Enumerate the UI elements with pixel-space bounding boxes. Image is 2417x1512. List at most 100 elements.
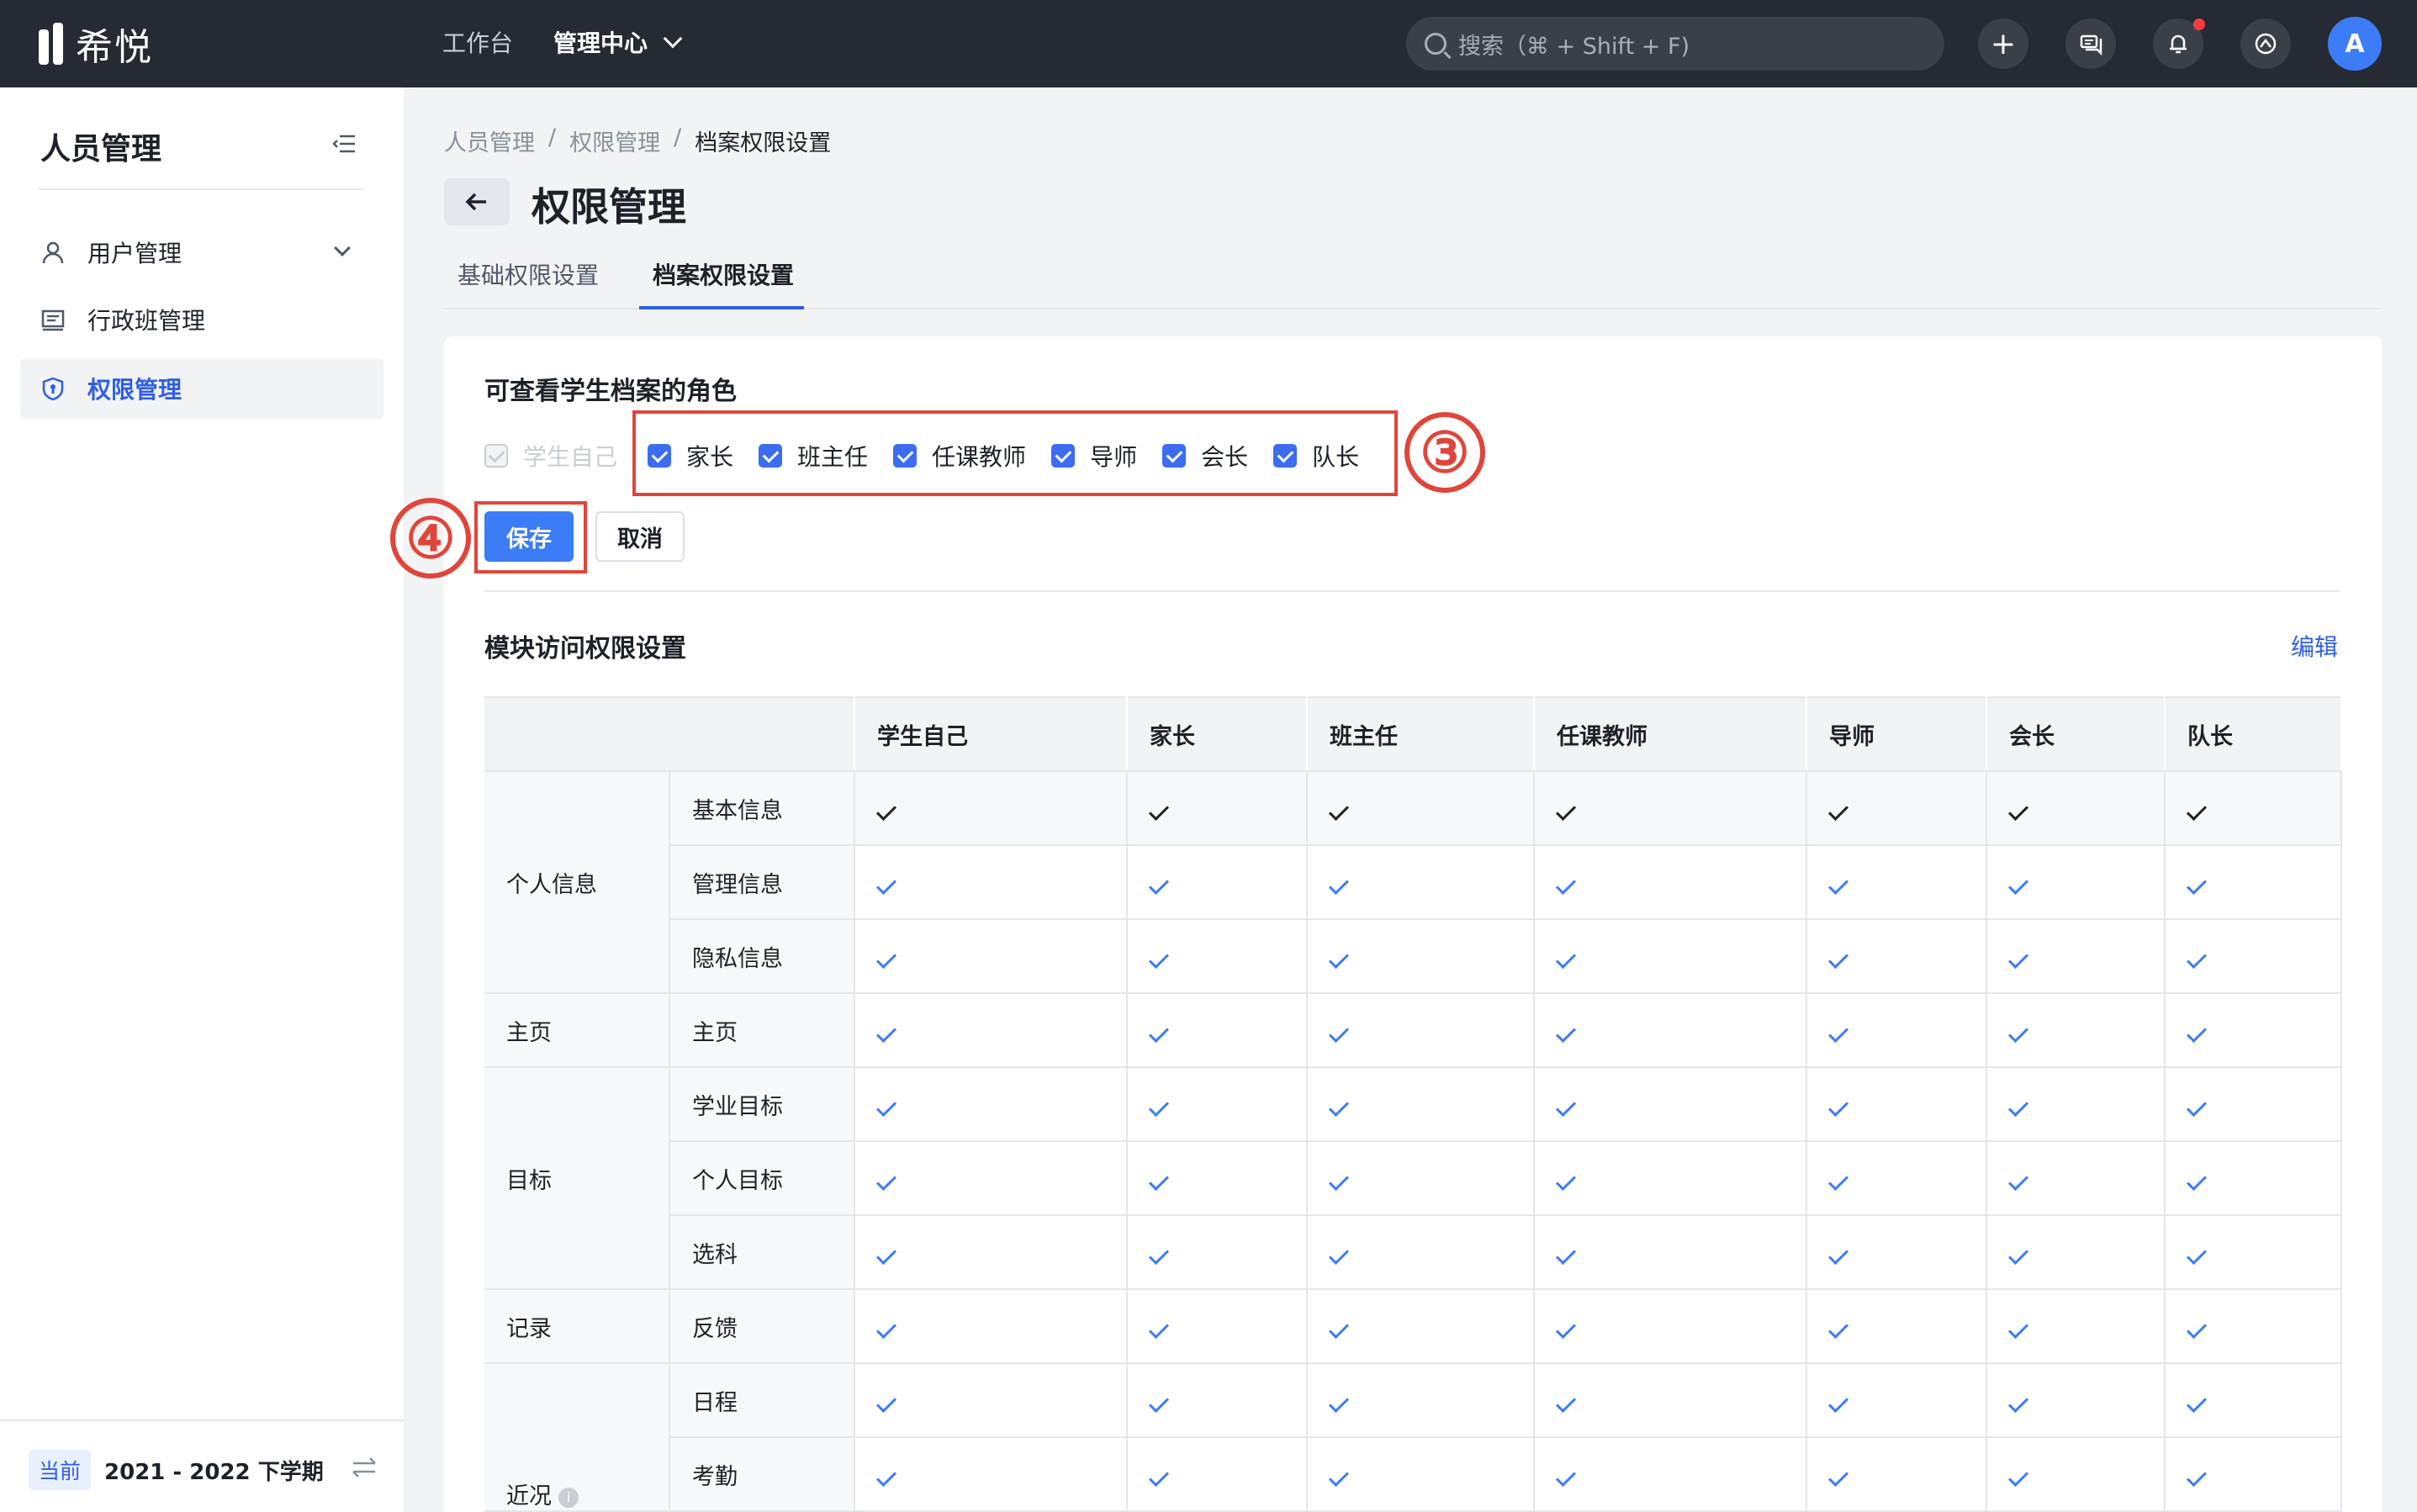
check-icon xyxy=(1328,874,1350,895)
checkbox-checked-disabled xyxy=(484,444,508,468)
check-icon xyxy=(1827,800,1849,821)
permission-cell xyxy=(2165,919,2342,994)
permission-cell xyxy=(1307,845,1535,920)
sidebar-item-users[interactable]: 用户管理 xyxy=(20,222,383,283)
search-input[interactable]: 搜索（⌘ + Shift + F) xyxy=(1406,17,1944,71)
check-icon xyxy=(1827,1170,1849,1191)
group-cell: 记录 xyxy=(484,1289,670,1364)
check-icon xyxy=(2186,1244,2208,1265)
check-icon xyxy=(1827,1318,1849,1339)
tab-basic-permissions[interactable]: 基础权限设置 xyxy=(457,257,599,291)
permission-cell xyxy=(1806,1437,1987,1512)
check-icon xyxy=(1148,800,1170,821)
permission-cell xyxy=(854,1437,1128,1512)
avatar[interactable]: A xyxy=(2328,17,2382,71)
table-row: 记录 反馈 xyxy=(484,1289,2342,1364)
collapse-sidebar-icon[interactable] xyxy=(333,135,355,153)
module-cell: 基本信息 xyxy=(669,771,855,846)
check-icon xyxy=(1827,948,1849,969)
sidebar-item-label: 权限管理 xyxy=(87,376,182,404)
check-icon xyxy=(1148,1096,1170,1117)
table-header-cell: 会长 xyxy=(1986,696,2166,772)
module-cell: 管理信息 xyxy=(669,845,855,920)
permission-cell xyxy=(2165,1363,2342,1438)
table-row: 近况 i 日程 xyxy=(484,1363,2342,1512)
breadcrumb-current: 档案权限设置 xyxy=(695,130,832,156)
check-icon xyxy=(1827,1096,1849,1117)
module-cell: 选科 xyxy=(669,1215,855,1290)
permission-cell xyxy=(1307,1141,1535,1216)
permission-cell xyxy=(2165,1215,2342,1290)
top-bar: 希悦 工作台 管理中心 搜索（⌘ + Shift + F) + A xyxy=(0,0,2417,87)
edit-link[interactable]: 编辑 xyxy=(2291,629,2338,663)
table-header-cell: 班主任 xyxy=(1307,696,1535,772)
swap-icon[interactable] xyxy=(350,1455,378,1480)
permission-cell xyxy=(854,771,1128,846)
permission-cell xyxy=(1986,1363,2166,1438)
group-label: 个人信息 xyxy=(506,871,597,898)
roles-section-title: 可查看学生档案的角色 xyxy=(484,377,737,406)
term-selector[interactable]: 当前 2021 - 2022 下学期 xyxy=(29,1450,324,1490)
permission-cell xyxy=(1806,1141,1987,1216)
permission-cell xyxy=(1806,771,1987,846)
sidebar-item-permissions[interactable]: 权限管理 xyxy=(20,358,383,419)
check-icon xyxy=(1555,948,1577,969)
help-button[interactable] xyxy=(2240,19,2291,69)
permission-cell xyxy=(1307,771,1535,846)
sidebar-item-classes[interactable]: 行政班管理 xyxy=(20,289,383,350)
nav-workbench[interactable]: 工作台 xyxy=(442,25,513,59)
chat-icon xyxy=(2080,34,2102,56)
permission-cell xyxy=(1806,845,1987,920)
breadcrumb-item[interactable]: 权限管理 xyxy=(569,124,660,157)
permission-cell xyxy=(1806,993,1987,1068)
permission-cell xyxy=(1986,1437,2166,1512)
check-icon xyxy=(1827,1022,1849,1043)
check-icon xyxy=(2186,948,2208,969)
permission-cell xyxy=(2165,771,2342,846)
class-list-icon xyxy=(40,307,66,332)
cancel-button[interactable]: 取消 xyxy=(595,511,685,562)
permission-cell xyxy=(1127,771,1308,846)
permission-cell xyxy=(1986,1067,2166,1142)
check-icon xyxy=(1328,1096,1350,1117)
sidebar: 人员管理 用户管理 行政班管理 权限管理 当前 2021 - 2022 下学期 xyxy=(0,87,404,1512)
permission-cell xyxy=(854,993,1128,1068)
back-button[interactable] xyxy=(444,178,510,225)
permission-cell xyxy=(854,1289,1128,1364)
check-icon xyxy=(1555,1022,1577,1043)
nav-admin-center[interactable]: 管理中心 xyxy=(553,25,683,59)
permission-cell xyxy=(1127,993,1308,1068)
permissions-card: 可查看学生档案的角色 学生自己 家长 班主任 任课教师 导师 会长 队长 保存 … xyxy=(444,336,2382,1512)
messages-button[interactable] xyxy=(2065,19,2116,69)
permission-cell xyxy=(2165,1289,2342,1364)
table-header-cell: 家长 xyxy=(1127,696,1308,772)
permission-cell xyxy=(1534,1215,1807,1290)
permission-cell xyxy=(1986,771,2166,846)
table-row: 个人信息 基本信息 xyxy=(484,771,2342,994)
check-icon xyxy=(1827,1466,1849,1487)
permission-cell xyxy=(1127,1363,1308,1438)
tab-archive-permissions[interactable]: 档案权限设置 xyxy=(653,257,794,291)
add-button[interactable]: + xyxy=(1978,19,2028,69)
check-icon xyxy=(1555,1392,1577,1413)
check-icon xyxy=(875,874,897,895)
check-icon xyxy=(2007,874,2029,895)
check-icon xyxy=(1148,1392,1170,1413)
app-logo[interactable]: 希悦 xyxy=(39,19,153,69)
breadcrumb-item[interactable]: 人员管理 xyxy=(444,124,535,157)
permission-cell xyxy=(1534,845,1807,920)
permission-cell xyxy=(1986,919,2166,994)
table-row: 选科 xyxy=(484,1215,2342,1290)
permission-cell xyxy=(2165,993,2342,1068)
bell-icon xyxy=(2170,34,2187,54)
permission-cell xyxy=(854,1215,1128,1290)
info-icon[interactable]: i xyxy=(558,1487,579,1508)
permission-cell xyxy=(1307,919,1535,994)
permission-cell xyxy=(1806,1215,1987,1290)
check-icon xyxy=(1555,800,1577,821)
permission-cell xyxy=(1534,771,1807,846)
nav-admin-center-label: 管理中心 xyxy=(553,29,648,57)
table-header-cell: 导师 xyxy=(1806,696,1987,772)
group-cell: 目标 xyxy=(484,1067,670,1290)
permission-cell xyxy=(854,919,1128,994)
